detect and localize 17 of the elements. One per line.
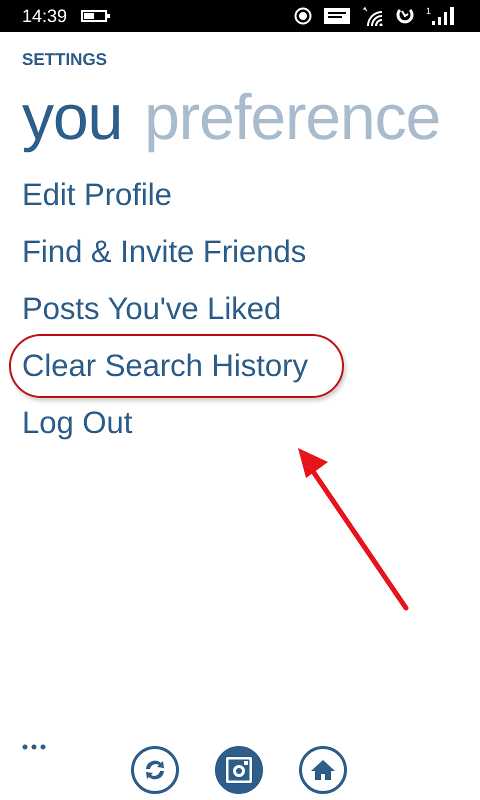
camera-icon: [226, 757, 252, 783]
message-icon: [324, 8, 350, 24]
menu-item[interactable]: Clear Search History: [9, 334, 344, 398]
home-icon: [310, 757, 336, 783]
wifi-icon: [362, 6, 384, 26]
timer-icon: [396, 7, 414, 25]
sim-number: 1: [426, 7, 431, 16]
signal-icon: [432, 7, 454, 25]
camera-button[interactable]: [215, 746, 263, 794]
battery-icon: [81, 10, 112, 22]
pivot-tab[interactable]: you: [22, 80, 122, 154]
sync-button[interactable]: [131, 746, 179, 794]
page-title: SETTINGS: [22, 50, 108, 71]
record-icon: [294, 7, 312, 25]
clock-time: 14:39: [22, 6, 68, 26]
home-button[interactable]: [299, 746, 347, 794]
more-icon[interactable]: [22, 744, 46, 750]
